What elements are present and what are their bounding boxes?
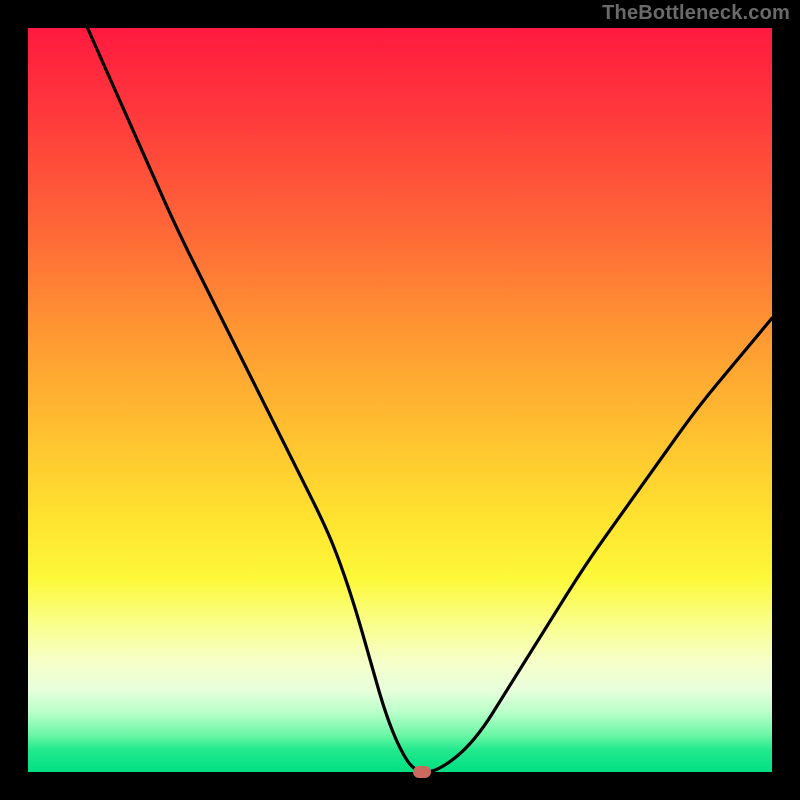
plot-area xyxy=(28,28,772,772)
bottleneck-marker xyxy=(413,766,431,778)
watermark-text: TheBottleneck.com xyxy=(602,2,790,25)
bottleneck-curve-path xyxy=(88,28,772,772)
curve-svg xyxy=(28,28,772,772)
chart-frame: TheBottleneck.com xyxy=(0,0,800,800)
